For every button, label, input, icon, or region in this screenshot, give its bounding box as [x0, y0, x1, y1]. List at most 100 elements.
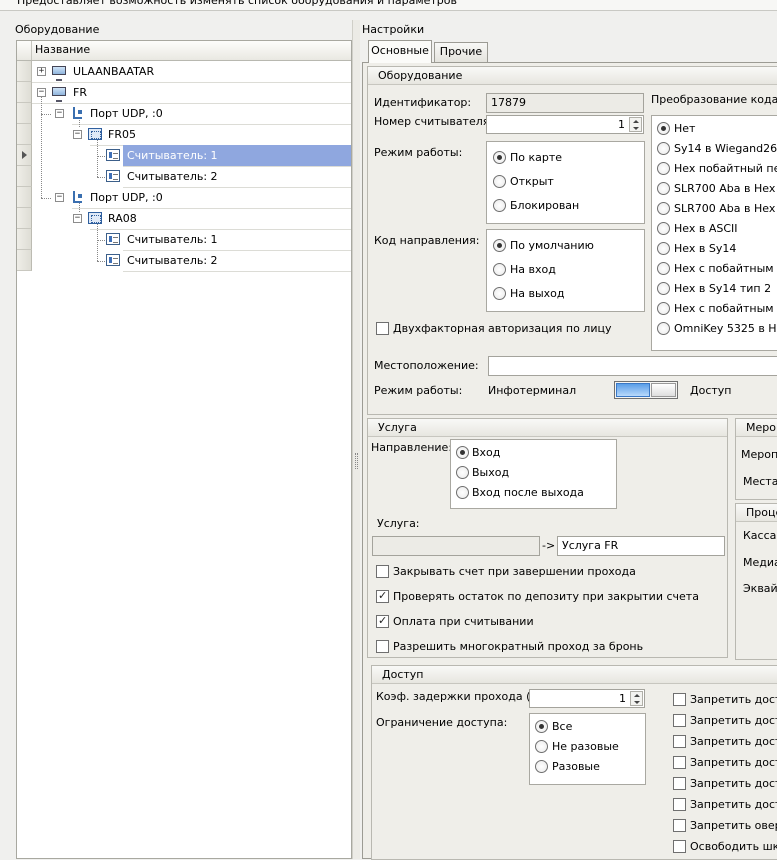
service-group-title: Услуга [378, 421, 417, 434]
collapse-toggle[interactable]: − [37, 88, 46, 97]
conversion-radio-none[interactable] [657, 122, 670, 135]
conversion-radio[interactable] [657, 162, 670, 175]
conversion-radio[interactable] [657, 262, 670, 275]
location-label: Местоположение: [374, 359, 479, 372]
row-indicator[interactable] [17, 82, 32, 103]
splitter-grip-icon [355, 453, 358, 469]
tree-item-label[interactable]: Считыватель: 1 [127, 233, 218, 247]
row-indicator[interactable] [17, 187, 32, 208]
delay-stepper[interactable]: 1 [529, 689, 645, 708]
tree-item-label[interactable]: Считыватель: 2 [127, 254, 218, 268]
collapse-toggle[interactable]: − [55, 193, 64, 202]
restriction-radio-single[interactable] [535, 760, 548, 773]
service-name-field[interactable]: Услуга FR [557, 536, 725, 556]
conversion-radio[interactable] [657, 242, 670, 255]
two-factor-checkbox[interactable] [376, 322, 389, 335]
mode2-infoterminal-label: Инфотерминал [488, 384, 577, 397]
access-group-title: Доступ [382, 668, 424, 681]
tree-item-label[interactable]: ULAANBAATAR [73, 65, 154, 79]
service-direction-radio-out[interactable] [456, 466, 469, 479]
tree-line [79, 202, 80, 212]
row-indicator[interactable] [17, 103, 32, 124]
release-locker-checkbox[interactable] [673, 840, 686, 853]
tab-main[interactable]: Основные [368, 40, 432, 63]
restriction-radio-not-single[interactable] [535, 740, 548, 753]
tree-item-label[interactable]: RA08 [108, 212, 137, 226]
pay-on-read-checkbox[interactable] [376, 614, 389, 628]
events-row-label: Меропр [741, 448, 777, 461]
tree-item-label[interactable]: FR05 [108, 128, 136, 142]
conversion-radio[interactable] [657, 282, 670, 295]
tree-line [41, 198, 51, 199]
check-deposit-checkbox[interactable] [376, 589, 389, 603]
access-group: Доступ Коэф. задержки прохода (с) 1 Огра… [371, 665, 777, 860]
collapse-toggle[interactable]: − [55, 109, 64, 118]
tree-column-header[interactable]: Название [17, 41, 351, 61]
location-input[interactable] [488, 356, 777, 376]
conversion-radio[interactable] [657, 322, 670, 335]
deny-access-checkbox[interactable] [673, 756, 686, 769]
conversion-radio[interactable] [657, 182, 670, 195]
mode2-toggle-switch[interactable] [614, 381, 678, 399]
row-divider [90, 229, 351, 230]
direction-radio-default[interactable] [493, 239, 506, 252]
row-indicator[interactable] [17, 166, 32, 187]
collapse-toggle[interactable]: − [73, 130, 82, 139]
direction-radio-out[interactable] [493, 287, 506, 300]
events-group-title: Мероп [746, 421, 777, 434]
mode-radio-blocked[interactable] [493, 199, 506, 212]
current-row-indicator[interactable] [17, 145, 32, 166]
row-indicator[interactable] [17, 250, 32, 271]
spin-arrows-icon[interactable] [630, 691, 643, 706]
equipment-tree[interactable]: Название + ULAANBAATAR − FR − Порт UDP, … [16, 40, 352, 859]
two-factor-label: Двухфакторная авторизация по лицу [393, 322, 612, 335]
deny-check-label: Запретить досту [690, 777, 777, 790]
conversion-radio[interactable] [657, 222, 670, 235]
spin-arrows-icon[interactable] [629, 117, 642, 132]
deny-access-checkbox[interactable] [673, 798, 686, 811]
tree-item-label[interactable]: Порт UDP, :0 [90, 107, 163, 121]
row-indicator[interactable] [17, 61, 32, 82]
service-name-value: Услуга FR [562, 539, 619, 552]
toggle-fill [616, 383, 650, 397]
service-direction-label: Направление: [371, 441, 453, 454]
conversion-radio[interactable] [657, 142, 670, 155]
deny-access-checkbox[interactable] [673, 735, 686, 748]
row-indicator[interactable] [17, 124, 32, 145]
mode-radio-by-card[interactable] [493, 151, 506, 164]
expand-toggle[interactable]: + [37, 67, 46, 76]
row-divider [123, 250, 351, 251]
direction-radio-in[interactable] [493, 263, 506, 276]
restriction-radio-all[interactable] [535, 720, 548, 733]
tab-other[interactable]: Прочие [434, 42, 488, 62]
mode-option-label: По карте [510, 151, 563, 164]
toggle-knob[interactable] [651, 383, 676, 397]
service-direction-radio-in-after-out[interactable] [456, 486, 469, 499]
reader-number-stepper[interactable]: 1 [486, 115, 644, 134]
conversion-radio[interactable] [657, 302, 670, 315]
conversion-option-label: Hex в Sy14 тип 2 [674, 282, 772, 295]
device-icon [88, 212, 102, 224]
row-indicator[interactable] [17, 208, 32, 229]
deny-access-checkbox[interactable] [673, 693, 686, 706]
conversion-option-label: Нет [674, 122, 696, 135]
mode-radio-open[interactable] [493, 175, 506, 188]
deny-overdraft-checkbox[interactable] [673, 819, 686, 832]
tree-item-label[interactable]: Считыватель: 1 [127, 149, 218, 163]
top-description: Предоставляет возможность изменять списо… [17, 0, 457, 7]
deny-access-checkbox[interactable] [673, 777, 686, 790]
collapse-toggle[interactable]: − [73, 214, 82, 223]
reader-icon [106, 170, 120, 182]
tree-item-label[interactable]: Считыватель: 2 [127, 170, 218, 184]
deny-access-checkbox[interactable] [673, 714, 686, 727]
multi-pass-checkbox[interactable] [376, 640, 389, 653]
top-description-bar: Предоставляет возможность изменять списо… [0, 0, 777, 11]
row-indicator[interactable] [17, 229, 32, 250]
tree-item-label[interactable]: Порт UDP, :0 [90, 191, 163, 205]
close-bill-checkbox[interactable] [376, 565, 389, 578]
panel-splitter[interactable] [352, 20, 360, 859]
tree-item-label[interactable]: FR [73, 86, 87, 100]
tree-line [97, 223, 98, 261]
conversion-radio[interactable] [657, 202, 670, 215]
service-direction-radio-in[interactable] [456, 446, 469, 459]
